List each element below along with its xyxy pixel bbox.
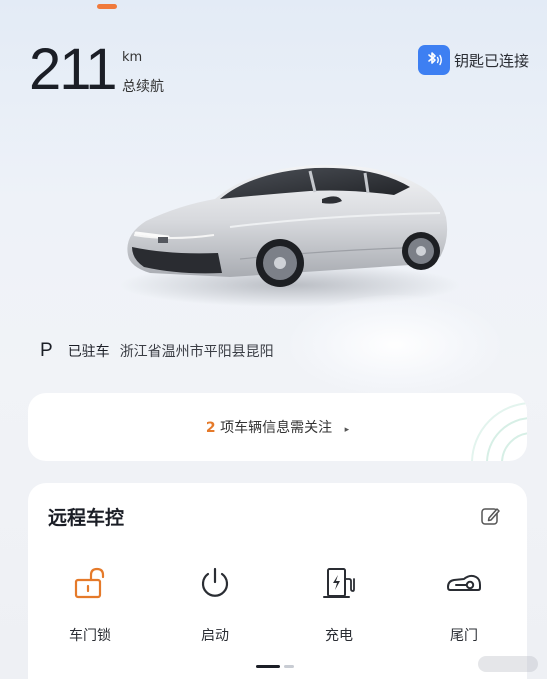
chevron-right-icon: ▸ [344, 425, 350, 435]
door-lock-button[interactable]: 车门锁 [45, 565, 135, 645]
signal-arcs-icon [471, 402, 527, 461]
page-indicator [256, 665, 294, 668]
start-button[interactable]: 启动 [170, 565, 260, 645]
vehicle-alert-card[interactable]: 2 项车辆信息需关注 ▸ [28, 393, 527, 461]
parking-address: 浙江省温州市平阳县昆阳 [119, 344, 274, 360]
alert-message: 项车辆信息需关注 [220, 420, 333, 436]
parking-status[interactable]: P 已驻车 浙江省温州市平阳县昆阳 [40, 340, 274, 362]
page-dot-active [256, 665, 280, 668]
trunk-label: 尾门 [450, 628, 478, 644]
key-status-text: 钥匙已连接 [454, 51, 530, 70]
parking-gear: P [40, 340, 53, 361]
page-dot [284, 665, 294, 668]
top-tab-indicator [97, 4, 117, 9]
remote-control-title: 远程车控 [48, 507, 125, 529]
range-value: 211 [29, 37, 117, 102]
trunk-car-icon [446, 565, 482, 601]
parking-status-text: 已驻车 [67, 344, 110, 360]
charge-label: 充电 [325, 628, 353, 644]
unlocked-padlock-icon [72, 565, 108, 601]
trunk-button[interactable]: 尾门 [419, 565, 509, 645]
key-connection-status[interactable]: 钥匙已连接 [418, 45, 529, 75]
charging-station-icon [321, 565, 357, 601]
range-label: 总续航 [122, 79, 164, 95]
door-lock-label: 车门锁 [69, 628, 111, 644]
power-icon [197, 565, 233, 601]
watermark [478, 656, 538, 672]
charge-button[interactable]: 充电 [294, 565, 384, 645]
vehicle-image [110, 155, 460, 315]
blurred-overlay [290, 295, 500, 395]
edit-icon[interactable] [480, 505, 502, 527]
bluetooth-icon [418, 45, 450, 75]
start-label: 启动 [201, 628, 229, 644]
range-unit: km [122, 50, 143, 65]
remote-control-card: 远程车控 车门锁 启动 充电 尾门 [28, 483, 527, 679]
alert-count: 2 [205, 420, 216, 436]
